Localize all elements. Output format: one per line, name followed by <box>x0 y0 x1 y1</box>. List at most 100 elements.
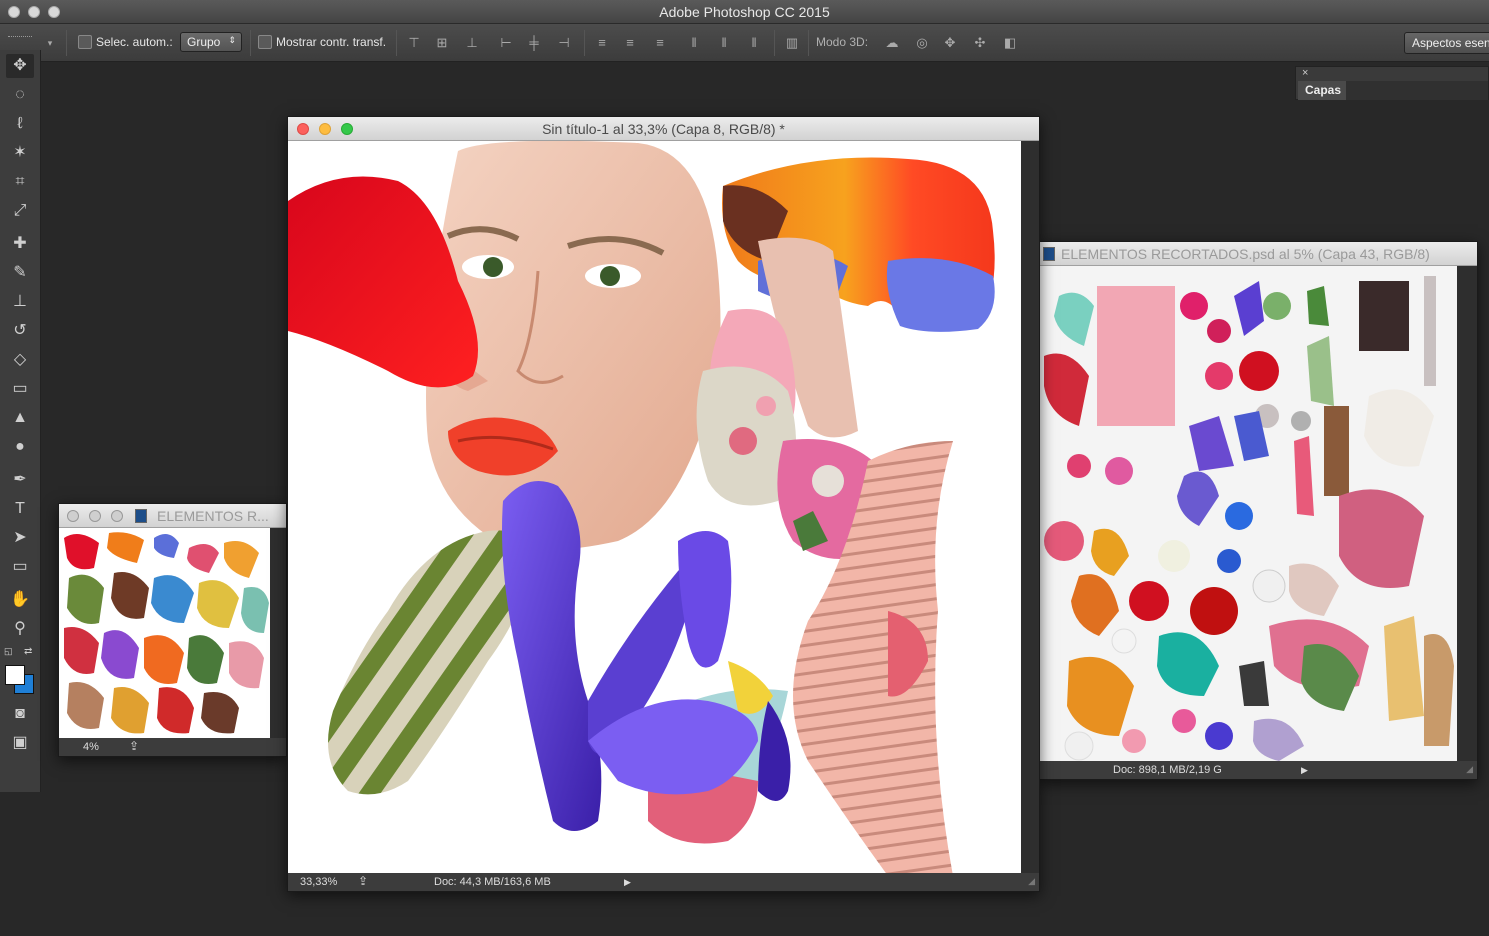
tools-panel: ✥ ◌ ℓ ✶ ⌗ ⤢ ✚ ✎ ⊥ ↺ ◇ ▭ ▲ ● ✒ T ➤ ▭ ✋ ⚲ … <box>0 36 41 792</box>
auto-select-dropdown[interactable]: Grupo ⇕ <box>180 32 242 52</box>
resize-grip-icon[interactable]: ◢ <box>1466 764 1473 775</box>
dodge-tool-icon[interactable]: ● <box>6 435 34 459</box>
divider <box>396 30 397 56</box>
align-bottom-icon[interactable]: ⊥ <box>462 33 482 53</box>
scroll-area[interactable] <box>1457 266 1477 763</box>
type-tool-icon[interactable]: T <box>6 497 34 521</box>
window-title-bar[interactable]: ELEMENTOS RECORTADOS.psd al 5% (Capa 43,… <box>1039 242 1477 266</box>
tool-preset-dropdown-icon[interactable]: ▾ <box>40 33 60 53</box>
share-icon[interactable]: ⇪ <box>358 874 368 888</box>
align-top-icon[interactable]: ⊤ <box>404 33 424 53</box>
workspace-button[interactable]: Aspectos esen <box>1404 32 1489 54</box>
path-select-tool-icon[interactable]: ➤ <box>6 526 34 550</box>
resize-grip-icon[interactable]: ◢ <box>1028 876 1035 887</box>
close-doc-button[interactable] <box>67 510 79 522</box>
status-bar: Doc: 898,1 MB/2,19 G ▶ ◢ <box>1039 761 1477 779</box>
document-window-elements[interactable]: ELEMENTOS RECORTADOS.psd al 5% (Capa 43,… <box>1038 241 1478 780</box>
panel-close-icon[interactable]: × <box>1302 67 1308 79</box>
updown-icon: ⇕ <box>228 35 236 45</box>
distribute-left-icon[interactable]: ‖ <box>684 33 704 53</box>
history-brush-tool-icon[interactable]: ↺ <box>6 319 34 343</box>
foreground-color-swatch[interactable] <box>5 665 25 685</box>
gradient-tool-icon[interactable]: ▭ <box>6 377 34 401</box>
divider <box>808 30 809 56</box>
magic-wand-tool-icon[interactable]: ✶ <box>6 141 34 165</box>
show-transform-label: Mostrar contr. transf. <box>276 35 387 49</box>
app-title: Adobe Photoshop CC 2015 <box>659 4 830 20</box>
window-title: ELEMENTOS R... <box>157 508 269 524</box>
document-window-main[interactable]: Sin título-1 al 33,3% (Capa 8, RGB/8) * <box>287 116 1040 892</box>
window-title-bar[interactable]: Sin título-1 al 33,3% (Capa 8, RGB/8) * <box>288 117 1039 141</box>
move-tool-icon[interactable]: ✥ <box>6 54 34 78</box>
document-canvas[interactable] <box>1039 266 1459 763</box>
stamp-tool-icon[interactable]: ⊥ <box>6 290 34 314</box>
collage-artwork <box>288 141 995 876</box>
eyedropper-tool-icon[interactable]: ⤢ <box>6 199 34 223</box>
cutout-collage-thumbnail <box>64 532 269 734</box>
auto-select-checkbox[interactable] <box>78 35 92 49</box>
panel-tab-bar <box>1346 81 1488 100</box>
align-right-icon[interactable]: ⊣ <box>554 33 574 53</box>
psd-file-icon <box>1043 247 1055 261</box>
divider <box>250 30 251 56</box>
distribute-right-icon[interactable]: ‖ <box>744 33 764 53</box>
eraser-tool-icon[interactable]: ◇ <box>6 348 34 372</box>
zoom-level[interactable]: 33,33% <box>300 876 337 888</box>
screen-mode-icon[interactable]: ▣ <box>6 731 34 755</box>
mode-3d-label: Modo 3D: <box>816 35 869 49</box>
minimize-doc-button[interactable] <box>89 510 101 522</box>
document-canvas[interactable] <box>59 528 272 740</box>
slide-3d-icon[interactable]: ✣ <box>970 33 990 53</box>
healing-tool-icon[interactable]: ✚ <box>6 232 34 256</box>
window-title: Sin título-1 al 33,3% (Capa 8, RGB/8) * <box>542 121 785 137</box>
divider <box>774 30 775 56</box>
pen-tool-icon[interactable]: ✒ <box>6 468 34 492</box>
distribute-hcenter-icon[interactable]: ‖ <box>714 33 734 53</box>
window-title: ELEMENTOS RECORTADOS.psd al 5% (Capa 43,… <box>1061 246 1430 262</box>
divider <box>66 30 67 56</box>
scroll-area[interactable] <box>270 528 286 740</box>
hand-tool-icon[interactable]: ✋ <box>6 588 34 612</box>
app-title-bar: Adobe Photoshop CC 2015 <box>0 0 1489 24</box>
swap-colors-icon[interactable]: ⇄ <box>24 646 32 657</box>
status-menu-arrow-icon[interactable]: ▶ <box>624 877 631 888</box>
window-title-bar[interactable]: ELEMENTOS R... <box>59 504 286 528</box>
scale-3d-icon[interactable]: ◧ <box>1000 33 1020 53</box>
distribute-top-icon[interactable]: ≡ <box>592 33 612 53</box>
distribute-vcenter-icon[interactable]: ≡ <box>620 33 640 53</box>
align-left-icon[interactable]: ⊢ <box>496 33 516 53</box>
tab-layers[interactable]: Capas <box>1298 81 1350 100</box>
status-bar: 4% ⇪ <box>59 738 286 756</box>
document-canvas[interactable] <box>288 141 1023 876</box>
auto-align-icon[interactable]: ▥ <box>782 33 802 53</box>
layers-panel: × Capas <box>1295 66 1489 100</box>
zoom-doc-button[interactable] <box>111 510 123 522</box>
psd-file-icon <box>135 509 147 523</box>
status-menu-arrow-icon[interactable]: ▶ <box>1301 765 1308 776</box>
lasso-tool-icon[interactable]: ℓ <box>6 112 34 136</box>
status-bar: 33,33% ⇪ Doc: 44,3 MB/163,6 MB ▶ ◢ <box>288 873 1039 891</box>
quick-mask-icon[interactable]: ◙ <box>6 702 34 726</box>
zoom-tool-icon[interactable]: ⚲ <box>6 617 34 641</box>
pan-3d-icon[interactable]: ✥ <box>940 33 960 53</box>
panel-grip[interactable] <box>8 36 32 40</box>
crop-tool-icon[interactable]: ⌗ <box>6 170 34 194</box>
blur-tool-icon[interactable]: ▲ <box>6 406 34 430</box>
brush-tool-icon[interactable]: ✎ <box>6 261 34 285</box>
align-hcenter-icon[interactable]: ╪ <box>524 33 544 53</box>
document-window-small[interactable]: ELEMENTOS R... 4% ⇪ <box>58 503 287 757</box>
options-bar: ▾ Selec. autom.: Grupo ⇕ Mostrar contr. … <box>0 24 1489 62</box>
divider <box>584 30 585 56</box>
shape-tool-icon[interactable]: ▭ <box>6 555 34 579</box>
show-transform-checkbox[interactable] <box>258 35 272 49</box>
scroll-area[interactable] <box>1021 141 1039 876</box>
orbit-3d-icon[interactable]: ☁ <box>882 33 902 53</box>
align-vcenter-icon[interactable]: ⊞ <box>432 33 452 53</box>
default-colors-icon[interactable]: ◱ <box>4 646 13 657</box>
zoom-level[interactable]: 4% <box>83 741 99 753</box>
doc-size-info: Doc: 898,1 MB/2,19 G <box>1113 764 1222 776</box>
marquee-tool-icon[interactable]: ◌ <box>6 83 34 107</box>
distribute-bottom-icon[interactable]: ≡ <box>650 33 670 53</box>
roll-3d-icon[interactable]: ◎ <box>912 33 932 53</box>
share-icon[interactable]: ⇪ <box>129 739 139 753</box>
